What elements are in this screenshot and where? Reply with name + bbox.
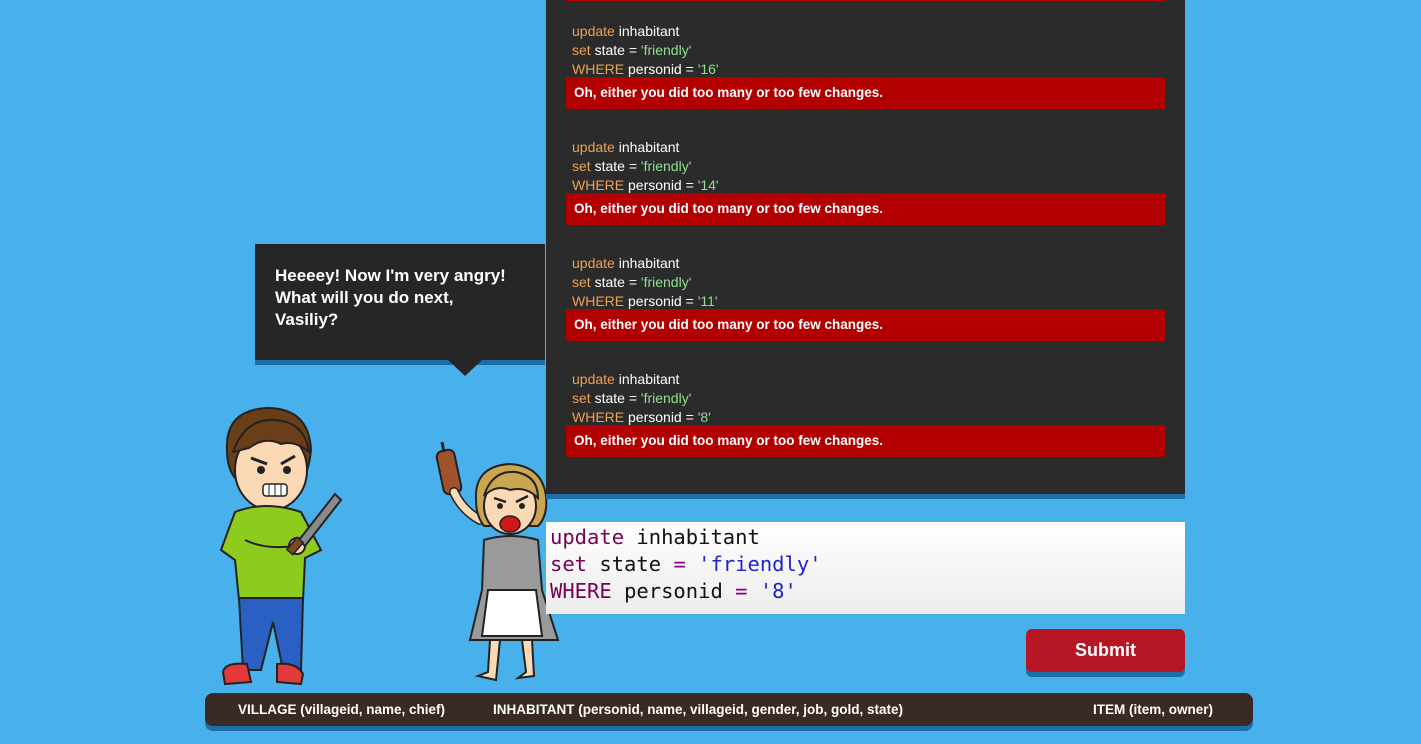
- table-name: inhabitant: [618, 371, 680, 387]
- where-value: '8': [697, 409, 711, 425]
- editor-where-value: '8': [759, 579, 797, 603]
- query-log-panel[interactable]: update inhabitant set state = 'friendly'…: [546, 0, 1185, 494]
- editor-operator: =: [673, 552, 686, 576]
- submit-button[interactable]: Submit: [1026, 629, 1185, 672]
- set-expression: state =: [594, 42, 637, 58]
- where-value: '11': [697, 293, 718, 309]
- table-name: inhabitant: [618, 139, 680, 155]
- set-value: 'friendly': [640, 158, 692, 174]
- set-value: 'friendly': [640, 274, 692, 290]
- editor-keyword-where: WHERE: [550, 579, 612, 603]
- sql-editor[interactable]: update inhabitant set state = 'friendly'…: [546, 522, 1185, 614]
- keyword-where: WHERE: [572, 61, 625, 77]
- keyword-update: update: [572, 371, 615, 387]
- editor-operator: =: [735, 579, 748, 603]
- keyword-set: set: [572, 390, 591, 406]
- speech-bubble: Heeeey! Now I'm very angry! What will yo…: [255, 244, 545, 376]
- log-query: update inhabitant set state = 'friendly'…: [572, 138, 719, 195]
- editor-table-name: inhabitant: [636, 525, 760, 549]
- keyword-set: set: [572, 42, 591, 58]
- editor-line: update inhabitant: [550, 524, 1185, 551]
- where-expression: personid =: [628, 293, 694, 309]
- previous-error-edge: [566, 0, 1165, 1]
- set-value: 'friendly': [640, 42, 692, 58]
- where-value: '14': [697, 177, 719, 193]
- where-expression: personid =: [628, 61, 694, 77]
- schema-bar: VILLAGE (villageid, name, chief) INHABIT…: [205, 693, 1253, 726]
- editor-keyword-set: set: [550, 552, 588, 576]
- keyword-update: update: [572, 23, 615, 39]
- log-query: update inhabitant set state = 'friendly'…: [572, 254, 718, 311]
- speech-bubble-tail: [448, 360, 482, 376]
- set-expression: state =: [594, 158, 637, 174]
- editor-where-column: personid: [624, 579, 723, 603]
- keyword-set: set: [572, 274, 591, 290]
- error-message: Oh, either you did too many or too few c…: [566, 309, 1165, 341]
- error-message: Oh, either you did too many or too few c…: [566, 193, 1165, 225]
- editor-keyword-update: update: [550, 525, 625, 549]
- where-expression: personid =: [628, 409, 694, 425]
- set-expression: state =: [594, 390, 637, 406]
- table-name: inhabitant: [618, 23, 680, 39]
- schema-inhabitant[interactable]: INHABITANT (personid, name, villageid, g…: [493, 693, 903, 726]
- keyword-where: WHERE: [572, 293, 625, 309]
- keyword-update: update: [572, 139, 615, 155]
- where-expression: personid =: [628, 177, 694, 193]
- vasiliy-character-image: [219, 406, 343, 686]
- angry-villager-woman-image: [435, 441, 560, 682]
- editor-set-value: 'friendly': [698, 552, 822, 576]
- keyword-set: set: [572, 158, 591, 174]
- table-name: inhabitant: [618, 255, 680, 271]
- keyword-update: update: [572, 255, 615, 271]
- editor-line: set state = 'friendly': [550, 551, 1185, 578]
- schema-village[interactable]: VILLAGE (villageid, name, chief): [238, 693, 445, 726]
- schema-item[interactable]: ITEM (item, owner): [1093, 693, 1213, 726]
- editor-set-column: state: [599, 552, 662, 576]
- editor-line: WHERE personid = '8': [550, 578, 1185, 605]
- keyword-where: WHERE: [572, 177, 625, 193]
- log-query: update inhabitant set state = 'friendly'…: [572, 22, 719, 79]
- error-message: Oh, either you did too many or too few c…: [566, 425, 1165, 457]
- log-query: update inhabitant set state = 'friendly'…: [572, 370, 711, 427]
- speech-text: Heeeey! Now I'm very angry! What will yo…: [275, 266, 506, 329]
- set-value: 'friendly': [640, 390, 692, 406]
- where-value: '16': [697, 61, 719, 77]
- error-message: Oh, either you did too many or too few c…: [566, 77, 1165, 109]
- set-expression: state =: [594, 274, 637, 290]
- keyword-where: WHERE: [572, 409, 625, 425]
